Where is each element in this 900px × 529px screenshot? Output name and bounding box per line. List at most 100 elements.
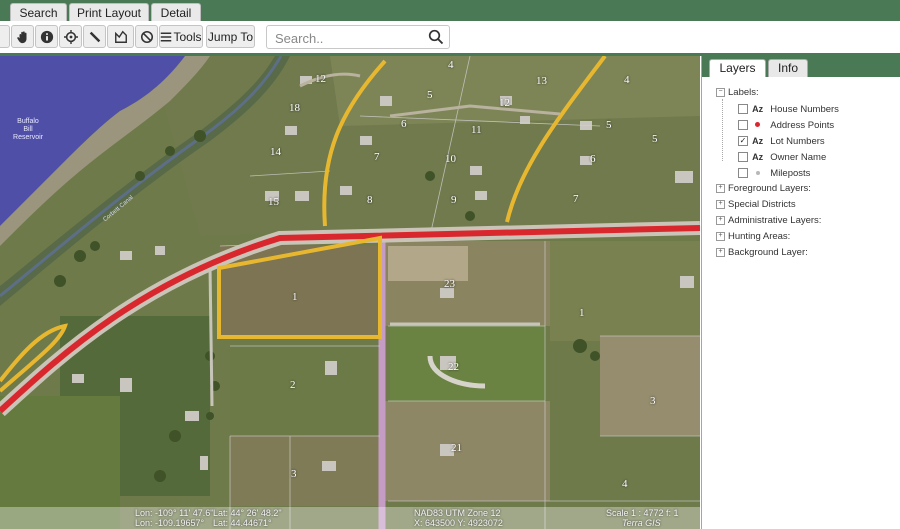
- lot-numbers-checkbox[interactable]: ✓: [738, 136, 748, 146]
- tab-print-layout[interactable]: Print Layout: [69, 3, 149, 21]
- lat-decimal: Lat: 44.44671°: [213, 518, 272, 528]
- layers-panel: Layers Info − Labels: Az House Numbers Ad…: [701, 56, 900, 529]
- tree-group-special-districts[interactable]: + Special Districts: [716, 198, 796, 212]
- draw-area-button[interactable]: [107, 25, 134, 48]
- mileposts-checkbox[interactable]: [738, 168, 748, 178]
- hand-icon: [16, 30, 26, 43]
- reservoir-label-line-2: Bill: [23, 126, 33, 133]
- text-label-icon: Az: [752, 136, 764, 146]
- expand-icon[interactable]: +: [716, 199, 725, 209]
- search-input[interactable]: [273, 28, 427, 48]
- search-icon[interactable]: [428, 29, 444, 45]
- layer-item-lot-numbers[interactable]: ✓ Az Lot Numbers: [738, 134, 825, 148]
- address-points-label: Address Points: [770, 119, 835, 131]
- no-entry-icon: [140, 30, 153, 43]
- foreground-layers-label: Foreground Layers:: [728, 183, 811, 194]
- lot-number: 12: [315, 73, 326, 85]
- lot-number: 11: [471, 124, 482, 136]
- tab-layers[interactable]: Layers: [709, 59, 766, 77]
- measure-button[interactable]: [83, 25, 106, 48]
- terra-gis-credit: Terra GIS: [622, 518, 661, 528]
- crosshair-icon: [63, 29, 78, 44]
- map-canvas[interactable]: Buffalo Bill Reservoir Corbett Canal 12 …: [0, 56, 700, 529]
- lon-decimal: Lon: -109.19657°: [135, 518, 205, 528]
- lot-number: 22: [448, 361, 459, 373]
- lot-number: 5: [606, 119, 612, 131]
- tree-group-hunting-areas[interactable]: + Hunting Areas:: [716, 230, 790, 244]
- locate-button[interactable]: [59, 25, 82, 48]
- lot-number: 2: [290, 379, 296, 391]
- background-layer-label: Background Layer:: [728, 247, 808, 258]
- lot-number: 8: [367, 194, 373, 206]
- zoom-extent-button[interactable]: [0, 25, 10, 48]
- utm-xy: X: 643500 Y: 4923072: [414, 518, 503, 528]
- lot-number: 6: [401, 118, 407, 130]
- lot-number: 15: [268, 196, 279, 208]
- lot-number: 4: [622, 478, 628, 490]
- pan-button[interactable]: [11, 25, 34, 48]
- lot-number: 5: [427, 89, 433, 101]
- lot-number: 4: [624, 74, 630, 86]
- clear-button[interactable]: [135, 25, 158, 48]
- layer-item-house-numbers[interactable]: Az House Numbers: [738, 102, 839, 116]
- info-icon: [40, 30, 53, 43]
- panel-tab-bar: Layers Info: [702, 56, 900, 77]
- lot-number: 13: [536, 75, 547, 87]
- layer-item-address-points[interactable]: Address Points: [738, 118, 834, 132]
- lot-number: 18: [289, 102, 300, 114]
- house-numbers-checkbox[interactable]: [738, 104, 748, 114]
- administrative-layers-label: Administrative Layers:: [728, 215, 822, 226]
- collapse-icon[interactable]: −: [716, 87, 725, 97]
- lot-number: 12: [499, 97, 510, 109]
- hamburger-icon: [161, 32, 172, 41]
- tab-info[interactable]: Info: [768, 59, 808, 77]
- special-districts-label: Special Districts: [728, 199, 796, 210]
- tools-label: Tools: [173, 29, 202, 44]
- lot-number: 23: [444, 278, 455, 290]
- lot-number: 1: [579, 307, 585, 319]
- address-points-checkbox[interactable]: [738, 120, 748, 130]
- tree-group-administrative-layers[interactable]: + Administrative Layers:: [716, 214, 821, 228]
- expand-icon[interactable]: +: [716, 247, 725, 257]
- tree-group-background-layer[interactable]: + Background Layer:: [716, 246, 808, 260]
- expand-icon[interactable]: +: [716, 183, 725, 193]
- layer-item-mileposts[interactable]: Mileposts: [738, 166, 810, 180]
- jump-to-button[interactable]: Jump To: [206, 25, 255, 48]
- map-scale: Scale 1 : 4772 f: 1: [606, 508, 679, 518]
- tree-guide-line: [722, 99, 723, 161]
- owner-name-checkbox[interactable]: [738, 152, 748, 162]
- lot-number: 14: [270, 146, 281, 158]
- tree-group-labels[interactable]: − Labels:: [716, 86, 759, 100]
- lot-number: 9: [451, 194, 457, 206]
- reservoir-label-line-3: Reservoir: [13, 134, 43, 141]
- polygon-icon: [114, 30, 127, 43]
- lot-number: 7: [573, 193, 579, 205]
- expand-icon[interactable]: +: [716, 231, 725, 241]
- lot-numbers-label: Lot Numbers: [770, 135, 825, 147]
- tools-button[interactable]: Tools: [159, 25, 203, 48]
- hunting-areas-label: Hunting Areas:: [728, 231, 791, 242]
- reservoir-label: Buffalo Bill Reservoir: [8, 118, 48, 142]
- gray-dot-icon: [751, 166, 765, 180]
- text-label-icon: Az: [752, 152, 764, 162]
- red-dot-icon: [751, 118, 765, 132]
- tree-group-foreground-layers[interactable]: + Foreground Layers:: [716, 182, 811, 196]
- tab-search[interactable]: Search: [10, 3, 67, 21]
- lon-dms: Lon: -109° 11' 47.6": [135, 508, 214, 518]
- lot-number: 3: [291, 468, 297, 480]
- labels-group-label: Labels:: [728, 87, 759, 98]
- layer-item-owner-name[interactable]: Az Owner Name: [738, 150, 826, 164]
- identify-button[interactable]: [35, 25, 58, 48]
- top-tab-bar: Search Print Layout Detail: [0, 0, 900, 21]
- lot-number: 10: [445, 153, 456, 165]
- mileposts-label: Mileposts: [770, 167, 811, 179]
- lot-number: 7: [374, 151, 380, 163]
- aerial-imagery: [0, 56, 700, 529]
- lot-number: 21: [451, 442, 462, 454]
- jump-to-label: Jump To: [207, 29, 254, 44]
- house-numbers-label: House Numbers: [770, 103, 839, 115]
- coordinate-readout: Lon: -109° 11' 47.6" Lat: 44° 26' 48.2" …: [0, 507, 700, 529]
- expand-icon[interactable]: +: [716, 215, 725, 225]
- text-label-icon: Az: [752, 104, 764, 114]
- tab-detail[interactable]: Detail: [151, 3, 201, 21]
